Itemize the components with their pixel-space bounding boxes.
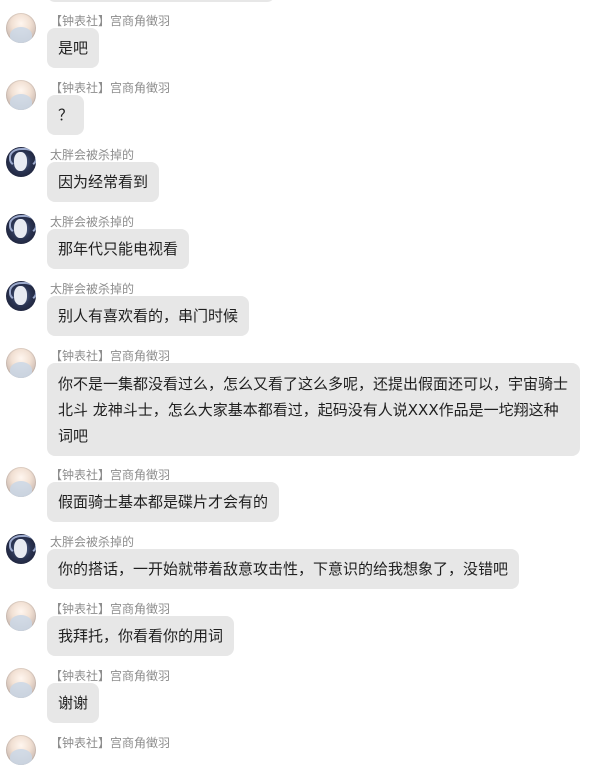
user-avatar[interactable] [6, 668, 36, 698]
sender-name: 【钟表社】宫商角徵羽 [50, 14, 171, 28]
user-avatar[interactable] [6, 534, 36, 564]
user-avatar[interactable] [6, 13, 36, 43]
message-bubble[interactable]: 因为经常看到 [47, 162, 160, 202]
message-bubble[interactable]: 是吧 [47, 28, 100, 68]
sender-name: 【钟表社】宫商角徵羽 [50, 468, 171, 482]
message-bubble[interactable]: 假面骑士基本都是碟片才会有的 [47, 482, 280, 522]
sender-name: 太胖会被杀掉的 [50, 535, 135, 549]
sender-name: 【钟表社】宫商角徵羽 [50, 602, 171, 616]
user-avatar[interactable] [6, 601, 36, 631]
sender-name: 太胖会被杀掉的 [50, 282, 135, 296]
message-bubble[interactable]: 那年代只能电视看 [47, 229, 190, 269]
user-avatar[interactable] [6, 214, 36, 244]
sender-name: 太胖会被杀掉的 [50, 215, 135, 229]
user-avatar[interactable] [6, 80, 36, 110]
message-bubble[interactable]: 别人有喜欢看的，串门时候 [47, 296, 250, 336]
sender-name: 【钟表社】宫商角徵羽 [50, 669, 171, 683]
user-avatar[interactable] [6, 281, 36, 311]
message-bubble[interactable]: ？ [47, 95, 85, 135]
chat-thread: 【钟表社】宫商角徵羽 是吧 【钟表社】宫商角徵羽 ？ 太胖会被杀掉的 因为经常看… [0, 0, 599, 765]
sender-name: 【钟表社】宫商角徵羽 [50, 349, 171, 363]
previous-message-bubble [47, 0, 275, 2]
user-avatar[interactable] [6, 147, 36, 177]
message-bubble[interactable]: 我拜托，你看看你的用词 [47, 616, 235, 656]
user-avatar[interactable] [6, 348, 36, 378]
user-avatar[interactable] [6, 467, 36, 497]
message-bubble[interactable]: 谢谢 [47, 683, 100, 723]
user-avatar[interactable] [6, 735, 36, 765]
sender-name: 太胖会被杀掉的 [50, 148, 135, 162]
message-bubble[interactable]: 你的搭话，一开始就带着敌意攻击性，下意识的给我想象了，没错吧 [47, 549, 520, 589]
sender-name: 【钟表社】宫商角徵羽 [50, 81, 171, 95]
message-bubble[interactable]: 你不是一集都没看过么，怎么又看了这么多呢，还提出假面还可以，宇宙骑士 北斗 龙神… [47, 363, 580, 456]
